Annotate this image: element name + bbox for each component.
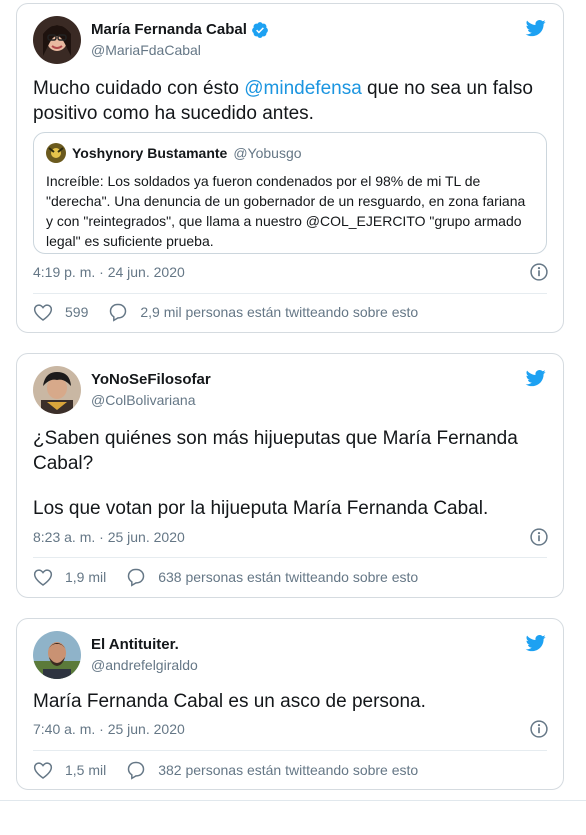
reply-count-text: 2,9 mil personas están twitteando sobre … <box>140 304 419 320</box>
reply-conversation-link[interactable]: 2,9 mil personas están twitteando sobre … <box>108 302 418 322</box>
quoted-avatar <box>46 143 66 163</box>
page-divider <box>0 800 586 801</box>
tweet-timestamp[interactable]: 4:19 p. m. · 24 jun. 2020 <box>33 264 185 280</box>
like-count: 599 <box>65 304 89 320</box>
mention-link[interactable]: @mindefensa <box>244 78 362 99</box>
author-name[interactable]: El Antituiter. <box>91 635 198 655</box>
tweet-header: El Antituiter. @andrefelgiraldo <box>33 631 198 679</box>
tweet-header: María Fernanda Cabal @MariaFdaCabal <box>33 16 269 64</box>
quoted-author-name: Yoshynory Bustamante <box>72 145 228 161</box>
reply-conversation-link[interactable]: 382 personas están twitteando sobre esto <box>126 760 418 780</box>
like-count: 1,5 mil <box>65 762 107 778</box>
divider <box>33 750 547 751</box>
avatar[interactable] <box>33 366 81 414</box>
twitter-bird-icon[interactable] <box>525 633 547 653</box>
tweet-timestamp[interactable]: 7:40 a. m. · 25 jun. 2020 <box>33 721 185 737</box>
tweet-text-part: Los que votan por la hijueputa María Fer… <box>33 498 489 519</box>
tweet-timestamp[interactable]: 8:23 a. m. · 25 jun. 2020 <box>33 529 185 545</box>
info-icon[interactable] <box>529 719 549 739</box>
quoted-tweet-header: Yoshynory Bustamante @Yobusgo <box>46 143 534 163</box>
tweet-card-3[interactable]: El Antituiter. @andrefelgiraldo María Fe… <box>16 618 564 790</box>
tweet-text: Mucho cuidado con ésto @mindefensa que n… <box>33 76 547 126</box>
verified-badge-icon <box>252 22 268 38</box>
quoted-author-handle: @Yobusgo <box>233 145 302 161</box>
tweet-header: YoNoSeFilosofar @ColBolivariana <box>33 366 211 414</box>
author-handle[interactable]: @andrefelgiraldo <box>91 655 198 675</box>
tweet-actions: 599 2,9 mil personas están twitteando so… <box>33 302 438 322</box>
heart-icon <box>33 304 53 321</box>
heart-icon <box>33 569 53 586</box>
author-handle[interactable]: @ColBolivariana <box>91 390 211 410</box>
author-name-text[interactable]: María Fernanda Cabal <box>91 20 247 40</box>
like-button[interactable]: 1,5 mil <box>33 760 106 780</box>
tweet-card-1[interactable]: María Fernanda Cabal @MariaFdaCabal Much… <box>16 3 564 333</box>
twitter-bird-icon[interactable] <box>525 368 547 388</box>
heart-icon <box>33 762 53 779</box>
reply-count-text: 638 personas están twitteando sobre esto <box>158 569 419 585</box>
reply-conversation-link[interactable]: 638 personas están twitteando sobre esto <box>126 567 418 587</box>
tweet-text: María Fernanda Cabal es un asco de perso… <box>33 689 547 714</box>
author-name[interactable]: YoNoSeFilosofar <box>91 370 211 390</box>
author-handle[interactable]: @MariaFdaCabal <box>91 40 269 60</box>
tweet-text: ¿Saben quiénes son más hijueputas que Ma… <box>33 426 547 521</box>
tweet-text-part: que no sea un falso <box>361 78 533 99</box>
tweet-text-part: María Fernanda Cabal es un asco de perso… <box>33 691 426 712</box>
info-icon[interactable] <box>529 262 549 282</box>
avatar[interactable] <box>33 16 81 64</box>
quoted-tweet[interactable]: Yoshynory Bustamante @Yobusgo Increíble:… <box>33 132 547 254</box>
author-name[interactable]: María Fernanda Cabal <box>91 20 269 40</box>
tweet-text-part: positivo como ha sucedido antes. <box>33 103 314 124</box>
like-count: 1,9 mil <box>65 569 107 585</box>
divider <box>33 293 547 294</box>
like-button[interactable]: 1,9 mil <box>33 567 106 587</box>
tweet-text-part: ¿Saben quiénes son más hijueputas que Ma… <box>33 428 518 449</box>
speech-bubble-icon <box>127 568 145 587</box>
tweet-text-part: Cabal? <box>33 453 94 474</box>
quoted-tweet-text: Increíble: Los soldados ya fueron conden… <box>46 173 526 249</box>
divider <box>33 557 547 558</box>
speech-bubble-icon <box>110 303 127 322</box>
reply-count-text: 382 personas están twitteando sobre esto <box>158 762 419 778</box>
tweet-actions: 1,5 mil 382 personas están twitteando so… <box>33 760 438 780</box>
tweet-actions: 1,9 mil 638 personas están twitteando so… <box>33 567 438 587</box>
speech-bubble-icon <box>127 761 145 780</box>
tweet-text-part: Mucho cuidado con ésto <box>33 78 245 99</box>
tweet-card-2[interactable]: YoNoSeFilosofar @ColBolivariana ¿Saben q… <box>16 353 564 598</box>
avatar[interactable] <box>33 631 81 679</box>
info-icon[interactable] <box>529 527 549 547</box>
twitter-bird-icon[interactable] <box>525 18 547 38</box>
like-button[interactable]: 599 <box>33 302 88 322</box>
